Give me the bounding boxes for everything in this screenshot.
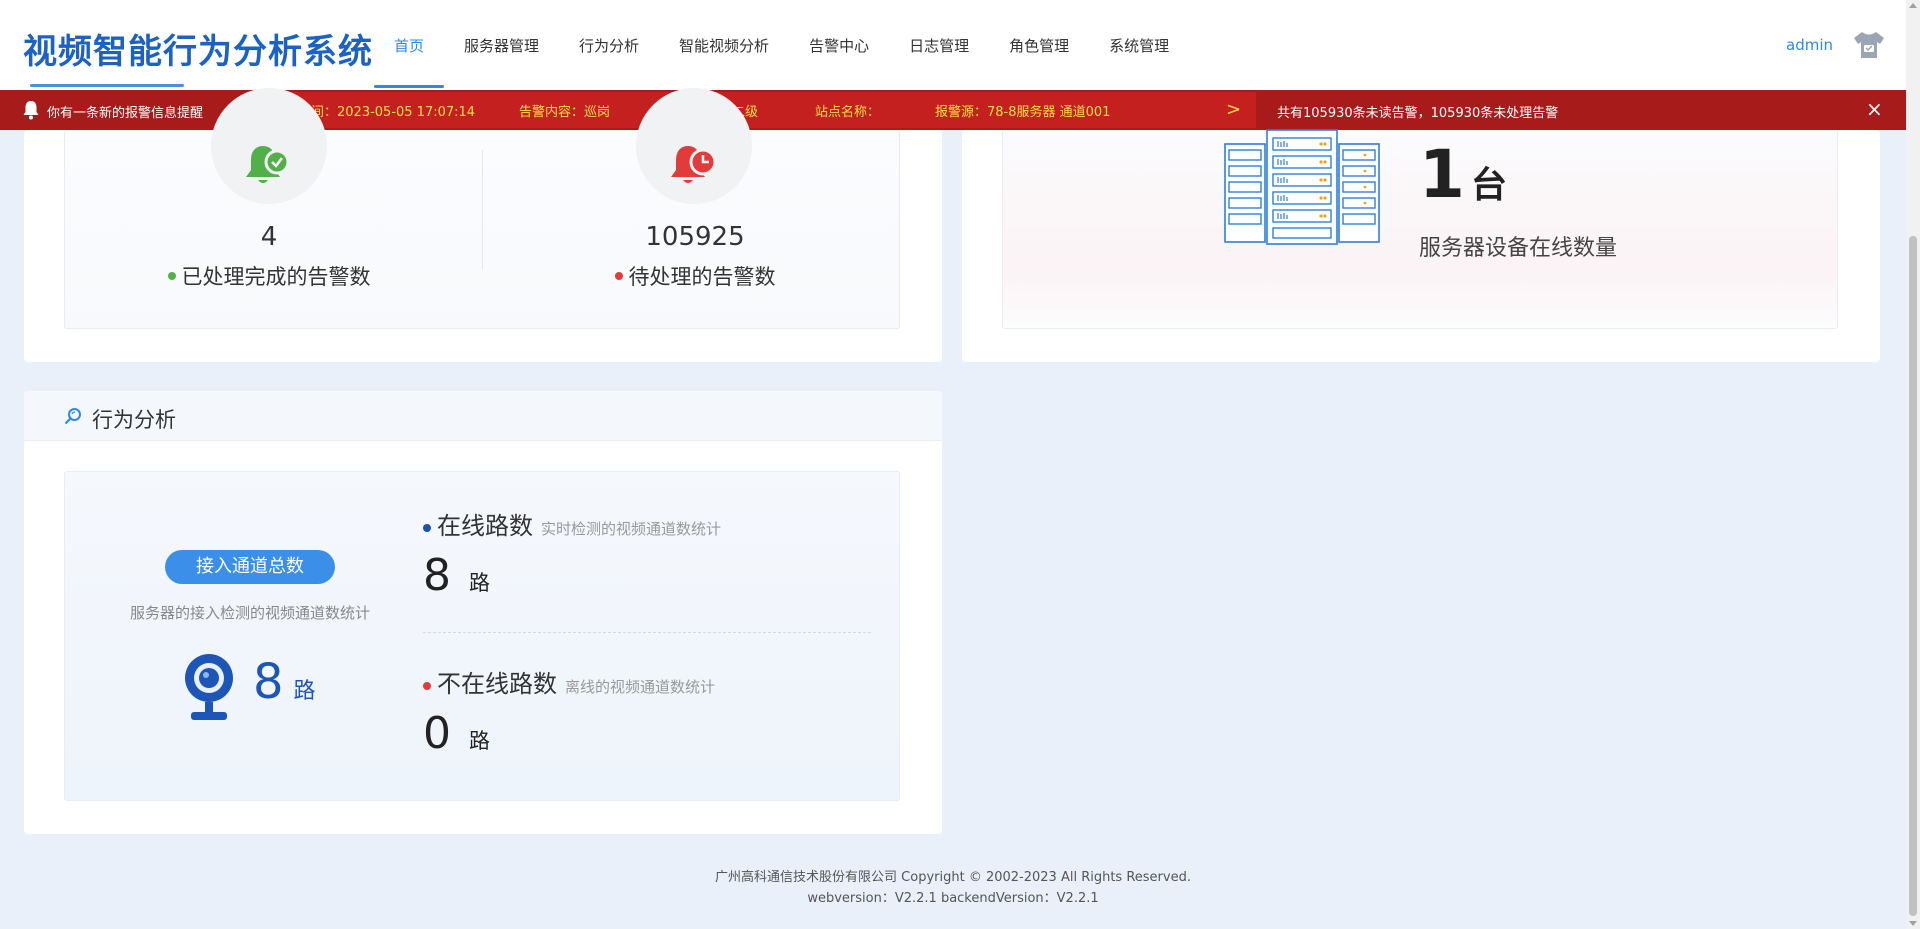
site-name: 站点名称： <box>815 105 881 120</box>
status-dot <box>167 272 176 280</box>
panel-title: 行为分析 <box>92 408 176 432</box>
offline-title: 不在线路数 <box>437 670 557 698</box>
server-online-count: 1台 <box>1419 136 1507 213</box>
channel-stats-card: 接入通道总数 服务器的接入检测的视频通道数统计 8路 在线路数 实时检测的视频通道… <box>64 471 900 801</box>
offline-channels-header: 不在线路数 离线的视频通道数统计 <box>423 664 715 699</box>
user-name-link[interactable]: admin <box>1786 36 1833 54</box>
alert-ticker[interactable]: 告警时间：2023-05-05 17:07:14 告警内容：巡岗 告警级别：二级… <box>258 92 1256 128</box>
online-subtitle: 实时检测的视频通道数统计 <box>541 520 722 538</box>
stat-divider <box>482 150 483 270</box>
offline-unit: 路 <box>469 729 490 753</box>
behavior-analysis-panel: 行为分析 接入通道总数 服务器的接入检测的视频通道数统计 8路 在线路数 实时检测… <box>24 391 942 834</box>
nav-role-management[interactable]: 角色管理 <box>989 0 1089 90</box>
processed-label: 已处理完成的告警数 <box>119 261 419 291</box>
bell-icon <box>23 101 39 120</box>
close-icon[interactable]: × <box>1866 98 1883 120</box>
channel-total-number: 8 <box>253 654 284 710</box>
nav-system-management[interactable]: 系统管理 <box>1089 0 1189 90</box>
server-count-number: 1 <box>1419 136 1465 213</box>
scrollbar-thumb[interactable] <box>1909 236 1917 916</box>
server-stats-panel: 1台 服务器设备在线数量 <box>962 129 1880 362</box>
online-channels-header: 在线路数 实时检测的视频通道数统计 <box>423 506 721 541</box>
pending-label: 待处理的告警数 <box>545 261 845 291</box>
processed-label-text: 已处理完成的告警数 <box>181 265 371 289</box>
metric-divider <box>423 632 871 633</box>
processed-icon-circle <box>211 88 327 204</box>
alert-message: 你有一条新的报警信息提醒 <box>47 106 204 121</box>
pending-label-text: 待处理的告警数 <box>628 265 776 289</box>
pending-count: 105925 <box>645 222 745 252</box>
webcam-icon <box>185 654 233 720</box>
status-dot <box>423 681 431 690</box>
pending-icon-circle <box>636 88 752 204</box>
online-title: 在线路数 <box>437 512 533 540</box>
online-unit: 路 <box>469 571 490 595</box>
processed-count: 4 <box>260 222 278 252</box>
channel-total-unit: 路 <box>293 679 316 704</box>
alarm-content: 告警内容：巡岗 <box>519 105 611 120</box>
offline-number: 0 <box>423 708 451 759</box>
nav-behavior-analysis[interactable]: 行为分析 <box>559 0 659 90</box>
server-online-label: 服务器设备在线数量 <box>1419 236 1618 261</box>
channel-total-value: 8路 <box>253 654 316 710</box>
shirt-icon[interactable] <box>1852 30 1886 60</box>
title-underline <box>30 84 184 87</box>
online-channels-value: 8路 <box>423 550 490 601</box>
nav-smart-video-analysis[interactable]: 智能视频分析 <box>659 0 789 90</box>
alarm-stats-panel: 4 已处理完成的告警数 105925 待处理的告警数 <box>24 88 942 362</box>
footer-version: webversion：V2.2.1 backendVersion：V2.2.1 <box>807 891 1099 906</box>
chevron-right-icon[interactable]: > <box>1226 99 1241 120</box>
top-header: 视频智能行为分析系统 首页 服务器管理 行为分析 智能视频分析 告警中心 日志管… <box>0 0 1906 90</box>
server-stats-card: 1台 服务器设备在线数量 <box>1002 129 1838 329</box>
offline-channels-value: 0路 <box>423 708 490 759</box>
main-nav: 首页 服务器管理 行为分析 智能视频分析 告警中心 日志管理 角色管理 系统管理 <box>374 0 1189 90</box>
panel-header: 行为分析 <box>24 391 942 441</box>
nav-log-management[interactable]: 日志管理 <box>889 0 989 90</box>
alarm-stats-card: 4 已处理完成的告警数 105925 待处理的告警数 <box>64 88 900 329</box>
app-title: 视频智能行为分析系统 <box>23 32 373 72</box>
nav-server-management[interactable]: 服务器管理 <box>444 0 559 90</box>
online-number: 8 <box>423 550 451 601</box>
server-rack-icon <box>1224 129 1380 245</box>
channel-total-desc: 服务器的接入检测的视频通道数统计 <box>129 604 370 622</box>
channel-total-badge: 接入通道总数 <box>165 550 335 584</box>
nav-alarm-center[interactable]: 告警中心 <box>789 0 889 90</box>
scroll-up-arrow-icon[interactable] <box>1909 3 1917 8</box>
alert-summary: 共有105930条未读告警，105930条未处理告警 <box>1277 106 1559 121</box>
alarm-source: 报警源：78-8服务器 通道001 <box>935 105 1111 120</box>
nav-home[interactable]: 首页 <box>374 0 445 90</box>
scroll-down-arrow-icon[interactable] <box>1909 921 1917 926</box>
bell-clock-icon <box>671 146 717 183</box>
status-dot <box>614 272 623 280</box>
status-dot <box>423 523 431 532</box>
search-icon <box>64 408 81 425</box>
offline-subtitle: 离线的视频通道数统计 <box>565 678 716 696</box>
bell-check-icon <box>246 146 290 183</box>
footer-copyright: 广州高科通信技术股份有限公司 Copyright © 2002-2023 All… <box>715 870 1191 885</box>
page-scrollbar[interactable] <box>1906 0 1920 929</box>
server-count-unit: 台 <box>1470 165 1507 206</box>
